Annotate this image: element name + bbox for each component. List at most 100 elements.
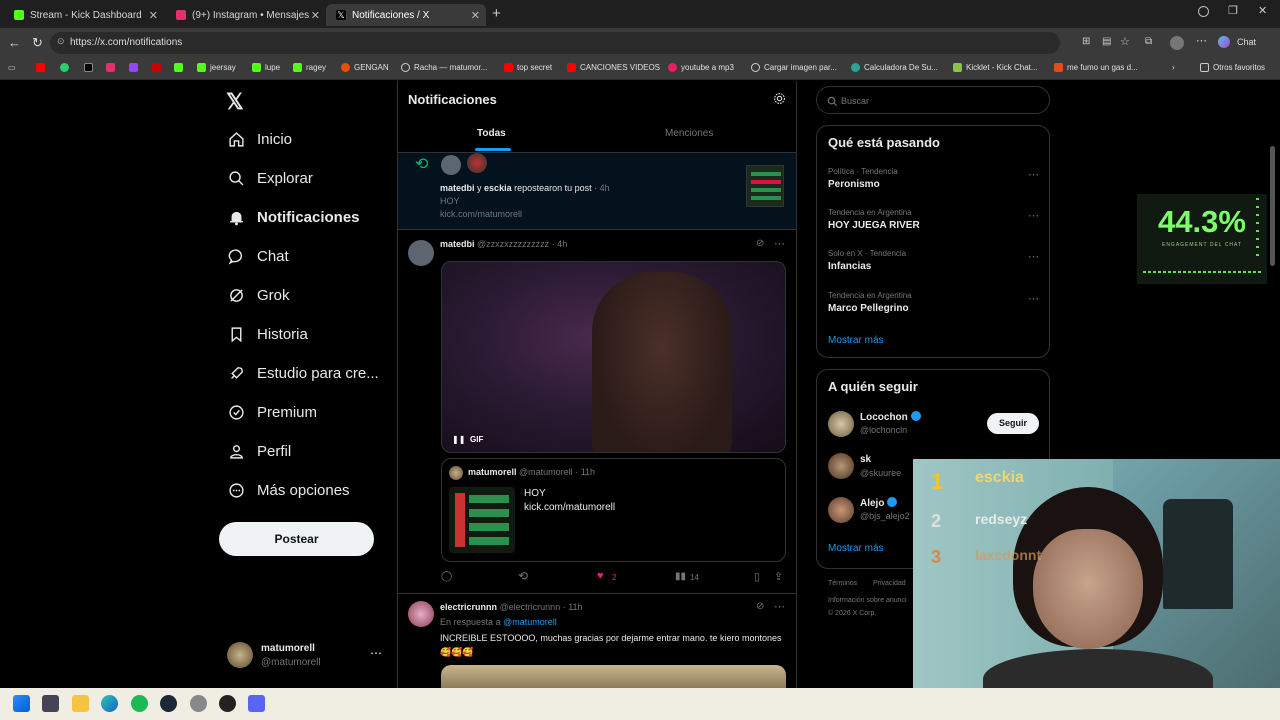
copilot-icon[interactable] — [1218, 36, 1230, 48]
more-icon[interactable]: ⋯ — [1028, 292, 1039, 305]
tab-todas[interactable]: Todas — [477, 128, 506, 139]
bookmark-ragey[interactable]: ragey — [293, 63, 326, 72]
follow-button[interactable]: Seguir — [987, 413, 1039, 434]
reply-icon[interactable]: ◯ — [441, 571, 452, 582]
account-menu-icon[interactable]: ⋯ — [370, 646, 382, 660]
close-tab-icon[interactable]: ✕ — [311, 9, 320, 22]
x-logo-icon[interactable]: 𝕏 — [226, 89, 244, 115]
bookmark-canciones[interactable]: CANCIONES VIDEOS — [567, 63, 660, 72]
nav-grok[interactable]: Grok — [227, 286, 290, 304]
avatar[interactable] — [1170, 36, 1184, 50]
reader-icon[interactable]: ▤ — [1102, 36, 1111, 47]
nav-estudio[interactable]: Estudio para cre... — [227, 364, 379, 382]
bookmark-folder-icon[interactable]: ▭ — [8, 63, 16, 72]
start-icon[interactable] — [13, 695, 30, 712]
views-icon[interactable]: ▮▮ — [675, 571, 686, 582]
post-link[interactable]: kick.com/matumorell — [440, 209, 522, 219]
reply-media[interactable] — [441, 665, 786, 688]
nav-inicio[interactable]: Inicio — [227, 130, 292, 148]
instagram-icon[interactable] — [106, 63, 119, 72]
user-name[interactable]: matedbi — [440, 183, 475, 193]
file-explorer-icon[interactable] — [72, 695, 89, 712]
twitch-icon[interactable] — [129, 63, 142, 72]
profile-icon[interactable] — [1198, 6, 1209, 17]
quoted-post[interactable]: matumorell @matumorell · 11h HOY kick.co… — [441, 458, 786, 562]
retweet-icon[interactable]: ⟲ — [518, 569, 528, 583]
back-icon[interactable]: ← — [8, 35, 21, 50]
chevron-right-icon[interactable]: › — [1172, 63, 1175, 72]
nav-chat[interactable]: Chat — [227, 247, 289, 265]
nav-explorar[interactable]: Explorar — [227, 169, 313, 187]
red-icon[interactable] — [152, 63, 165, 72]
reload-icon[interactable]: ↻ — [32, 35, 43, 51]
nav-notificaciones[interactable]: Notificaciones — [227, 208, 360, 226]
mention-link[interactable]: @matumorell — [503, 617, 557, 627]
avatar[interactable] — [828, 497, 854, 523]
account-avatar[interactable] — [227, 642, 253, 668]
bookmark-gas[interactable]: me fumo un gas d... — [1054, 63, 1138, 72]
discord-icon[interactable] — [248, 695, 265, 712]
obs-icon[interactable] — [219, 695, 236, 712]
nav-mas-opciones[interactable]: Más opciones — [227, 481, 350, 499]
kick-icon[interactable] — [174, 63, 187, 72]
bookmark-calculadora[interactable]: Calculadora De Su... — [851, 63, 938, 72]
scrollbar-thumb[interactable] — [1270, 146, 1275, 266]
search-input[interactable] — [841, 93, 1031, 108]
steam-icon[interactable] — [160, 695, 177, 712]
bookmark-jeersay[interactable]: jeersay — [197, 63, 236, 72]
post-button[interactable]: Postear — [219, 522, 374, 556]
app-icon[interactable] — [190, 695, 207, 712]
repost-notification[interactable]: ⟲ matedbi y esckia repostearon tu post ·… — [398, 153, 796, 230]
footer-link[interactable]: Privacidad — [873, 580, 906, 587]
bookmark-otros[interactable]: Otros favoritos — [1200, 63, 1265, 72]
edge-icon[interactable] — [101, 695, 118, 712]
grok-icon[interactable]: ⊘ — [756, 238, 764, 249]
show-more-link[interactable]: Mostrar más — [828, 543, 884, 554]
bookmark-gengan[interactable]: GENGAN — [341, 63, 389, 72]
x-icon[interactable] — [84, 63, 97, 72]
avatar[interactable] — [408, 601, 434, 627]
apps-icon[interactable]: ⊞ — [1082, 36, 1090, 47]
bookmark-racha[interactable]: Racha — matumor... — [401, 63, 487, 72]
post-thumbnail[interactable] — [746, 165, 784, 207]
youtube-icon[interactable] — [36, 63, 49, 72]
avatar[interactable] — [828, 453, 854, 479]
trend-item[interactable]: Solo en X · Tendencia Infancias — [828, 249, 906, 272]
grok-icon[interactable]: ⊘ — [756, 601, 764, 612]
spotify-icon[interactable] — [131, 695, 148, 712]
pause-icon[interactable]: ❚❚ — [452, 435, 465, 444]
more-icon[interactable]: ⋯ — [1028, 168, 1039, 181]
bookmark-youtube-mp3[interactable]: youtube a mp3 — [668, 63, 734, 72]
user-handle[interactable]: @zzxzxzzzzzzzzz — [477, 239, 549, 249]
tab-x-notifications[interactable]: 𝕏 Notificaciones / X ✕ — [326, 4, 486, 26]
trend-item[interactable]: Tendencia en Argentina Marco Pellegrino — [828, 291, 912, 314]
follow-user[interactable]: Locochon — [860, 411, 921, 423]
close-tab-icon[interactable]: ✕ — [471, 9, 480, 22]
show-more-link[interactable]: Mostrar más — [828, 335, 884, 346]
menu-icon[interactable]: ⋯ — [1196, 34, 1207, 47]
nav-perfil[interactable]: Perfil — [227, 442, 291, 460]
tab-menciones[interactable]: Menciones — [665, 128, 713, 139]
gif-media[interactable]: ❚❚ GIF — [441, 261, 786, 453]
share-icon[interactable]: ⇪ — [774, 570, 783, 583]
avatar[interactable] — [467, 153, 487, 173]
liked-heart-icon[interactable]: ♥ — [597, 570, 604, 582]
user-name[interactable]: matedbi — [440, 239, 475, 249]
more-icon[interactable]: ⋯ — [774, 237, 785, 250]
footer-link[interactable]: Términos — [828, 580, 857, 587]
more-icon[interactable]: ⋯ — [1028, 250, 1039, 263]
task-view-icon[interactable] — [42, 695, 59, 712]
new-tab-icon[interactable]: + — [492, 5, 501, 22]
bookmark-icon[interactable]: ▯ — [754, 570, 760, 583]
user-name[interactable]: esckia — [484, 183, 512, 193]
user-name[interactable]: electricrunnn — [440, 602, 497, 612]
extensions-icon[interactable]: ⧉ — [1145, 36, 1152, 47]
site-info-icon[interactable]: ⊙ — [57, 36, 65, 47]
avatar[interactable] — [408, 240, 434, 266]
url-field[interactable]: ⊙ https://x.com/notifications — [50, 32, 1060, 54]
star-icon[interactable]: ☆ — [1120, 35, 1130, 48]
nav-historia[interactable]: Historia — [227, 325, 308, 343]
settings-icon[interactable] — [773, 92, 786, 110]
more-icon[interactable]: ⋯ — [774, 600, 785, 613]
bookmark-cargar-imagen[interactable]: Cargar imagen par... — [751, 63, 837, 72]
